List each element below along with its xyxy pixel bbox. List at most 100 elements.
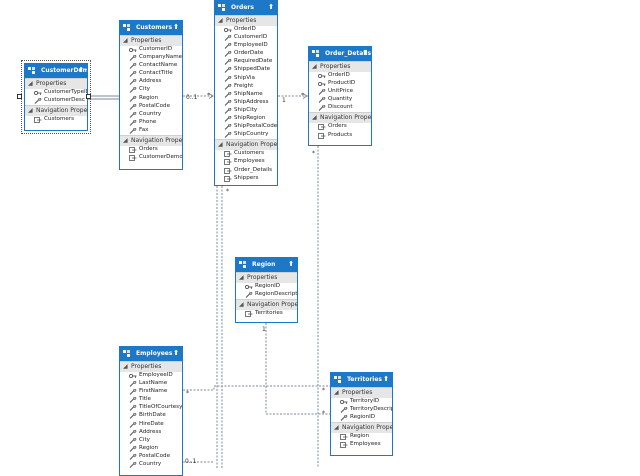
collapse-caret-icon[interactable]: ◢	[123, 363, 128, 370]
entity-customerdemographics[interactable]: CustomerDem...⬆◢PropertiesCustomerTypeID…	[21, 60, 91, 134]
property-row[interactable]: TitleOfCourtesy	[120, 404, 182, 412]
entity-header[interactable]: Orders ⬆	[215, 1, 277, 15]
property-row[interactable]: City	[120, 437, 182, 445]
property-row[interactable]: ShipPostalCode	[215, 123, 277, 131]
section-header[interactable]: ◢ Properties	[120, 35, 182, 46]
property-row[interactable]: OrderID	[309, 72, 371, 80]
section-header[interactable]: ◢ Properties	[331, 387, 392, 398]
property-row[interactable]: RequiredDate	[215, 58, 277, 66]
entity-customers[interactable]: Customers ⬆ ◢ Properties CustomerID CompanyNa…	[119, 20, 183, 170]
property-row[interactable]: Discount	[309, 104, 371, 112]
property-row[interactable]: OrderID	[215, 26, 277, 34]
collapse-caret-icon[interactable]: ◢	[239, 301, 244, 308]
property-row[interactable]: ProductID	[309, 80, 371, 88]
collapse-icon[interactable]: ⬆	[173, 23, 179, 31]
property-row[interactable]: CustomerID	[215, 34, 277, 42]
property-row[interactable]: Address	[120, 429, 182, 437]
collapse-caret-icon[interactable]: ◢	[312, 114, 317, 121]
property-row[interactable]: BirthDate	[120, 412, 182, 420]
collapse-caret-icon[interactable]: ◢	[123, 37, 128, 44]
selection-handle-right[interactable]	[86, 94, 91, 99]
property-row[interactable]: Fax	[120, 127, 182, 135]
section-header[interactable]: ◢ Properties	[236, 272, 297, 283]
property-row[interactable]: ShipAddress	[215, 99, 277, 107]
property-row[interactable]: Employees	[331, 441, 392, 449]
collapse-caret-icon[interactable]: ◢	[123, 137, 128, 144]
collapse-icon[interactable]: ⬆	[173, 349, 179, 357]
property-row[interactable]: ShipVia	[215, 75, 277, 83]
collapse-caret-icon[interactable]: ◢	[28, 107, 33, 114]
property-row[interactable]: ShippedDate	[215, 66, 277, 74]
property-row[interactable]: Title	[120, 396, 182, 404]
property-row[interactable]: Region	[120, 445, 182, 453]
property-row[interactable]: Region	[331, 433, 392, 441]
collapse-caret-icon[interactable]: ◢	[334, 389, 339, 396]
property-row[interactable]: Orders	[120, 146, 182, 154]
section-header[interactable]: ◢Navigation Properties	[120, 135, 182, 147]
property-row[interactable]: UnitPrice	[309, 88, 371, 96]
collapse-caret-icon[interactable]: ◢	[218, 17, 223, 24]
property-row[interactable]: CustomerDemo...	[120, 154, 182, 162]
property-row[interactable]: ShipName	[215, 91, 277, 99]
property-row[interactable]: CompanyName	[120, 54, 182, 62]
property-row[interactable]: RegionID	[331, 414, 392, 422]
collapse-icon[interactable]: ⬆	[288, 260, 294, 268]
collapse-icon[interactable]: ⬆	[268, 3, 274, 11]
property-row[interactable]: TerritoryDescript...	[331, 406, 392, 414]
entity-header[interactable]: Territories ⬆	[331, 373, 392, 387]
property-row[interactable]: ShipCity	[215, 107, 277, 115]
property-row[interactable]: OrderDate	[215, 50, 277, 58]
property-row[interactable]: Orders	[309, 123, 371, 131]
property-row[interactable]: LastName	[120, 380, 182, 388]
diagram-canvas[interactable]: CustomerDem...⬆◢PropertiesCustomerTypeID…	[0, 0, 640, 476]
collapse-caret-icon[interactable]: ◢	[312, 63, 317, 70]
property-row[interactable]: Address	[120, 78, 182, 86]
section-header[interactable]: ◢Navigation Properties	[236, 299, 297, 311]
entity-header[interactable]: Customers ⬆	[120, 21, 182, 35]
entity-territories[interactable]: Territories ⬆ ◢ Properties TerritoryID Territ…	[330, 372, 393, 456]
section-header[interactable]: ◢Navigation Properties	[215, 139, 277, 151]
section-header[interactable]: ◢ Properties	[25, 78, 87, 89]
property-row[interactable]: ShipRegion	[215, 115, 277, 123]
property-row[interactable]: Shippers	[215, 175, 277, 183]
entity-orders[interactable]: Orders ⬆ ◢ Properties OrderID CustomerID Emplo…	[214, 0, 278, 186]
property-row[interactable]: ContactName	[120, 62, 182, 70]
entity-header[interactable]: Region ⬆	[236, 258, 297, 272]
assoc-employees-territories[interactable]	[183, 385, 330, 391]
entity-header[interactable]: Order_Details ⬆	[309, 47, 371, 61]
collapse-caret-icon[interactable]: ◢	[28, 80, 33, 87]
property-row[interactable]: Customers	[215, 150, 277, 158]
property-row[interactable]: EmployeeID	[215, 42, 277, 50]
entity-header[interactable]: CustomerDem...⬆	[25, 64, 87, 78]
section-header[interactable]: ◢Navigation Properties	[331, 422, 392, 434]
entity-order-details[interactable]: Order_Details ⬆ ◢ Properties OrderID ProductI…	[308, 46, 372, 146]
section-header[interactable]: ◢ Properties	[120, 361, 182, 372]
assoc-region-territories[interactable]	[265, 323, 330, 415]
property-row[interactable]: PostalCode	[120, 103, 182, 111]
property-row[interactable]: TerritoryID	[331, 398, 392, 406]
property-row[interactable]: City	[120, 86, 182, 94]
property-row[interactable]: Products	[309, 132, 371, 140]
property-row[interactable]: RegionID	[236, 283, 297, 291]
section-header[interactable]: ◢ Properties	[309, 61, 371, 72]
property-row[interactable]: EmployeeID	[120, 372, 182, 380]
property-row[interactable]: Quantity	[309, 96, 371, 104]
section-header[interactable]: ◢Navigation Properties	[309, 112, 371, 124]
entity-employees[interactable]: Employees ⬆ ◢ Properties EmployeeID LastName F…	[119, 346, 183, 476]
collapse-caret-icon[interactable]: ◢	[218, 141, 223, 148]
selection-handle-left[interactable]	[17, 94, 22, 99]
collapse-caret-icon[interactable]: ◢	[239, 274, 244, 281]
property-row[interactable]: Customers	[25, 116, 87, 124]
property-row[interactable]: Territories	[236, 310, 297, 318]
property-row[interactable]: Region	[120, 95, 182, 103]
property-row[interactable]: CustomerDesc	[25, 97, 87, 105]
property-row[interactable]: Country	[120, 111, 182, 119]
collapse-icon[interactable]: ⬆	[78, 66, 84, 74]
property-row[interactable]: FirstName	[120, 388, 182, 396]
property-row[interactable]: ContactTitle	[120, 70, 182, 78]
property-row[interactable]: ShipCountry	[215, 131, 277, 139]
property-row[interactable]: CustomerID	[120, 46, 182, 54]
property-row[interactable]: Freight	[215, 83, 277, 91]
entity-header[interactable]: Employees ⬆	[120, 347, 182, 361]
property-row[interactable]: Phone	[120, 119, 182, 127]
